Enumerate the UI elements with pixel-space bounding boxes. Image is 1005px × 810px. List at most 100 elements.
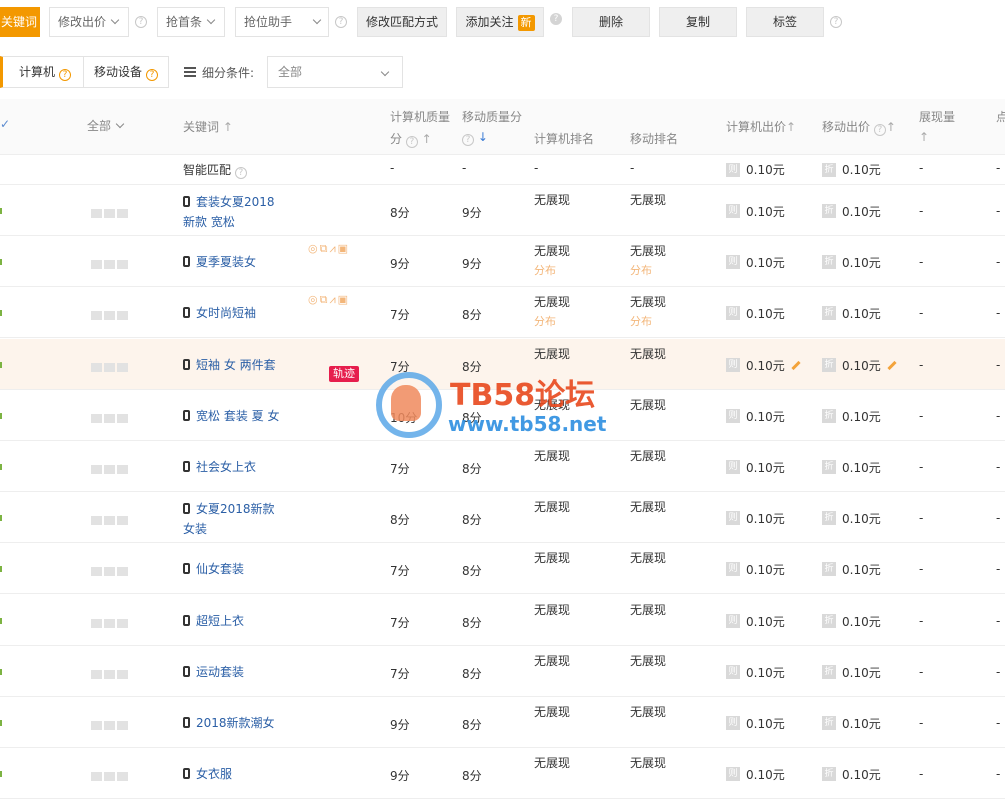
table-row[interactable]: 女时尚短袖 ◎⧉⩘▣ 7分 8分 无展现 分布 无展现 分布则 0.10元折 0.10元 - -	[0, 287, 1005, 338]
pc-bid[interactable]: 则 0.10元	[726, 510, 785, 527]
table-row[interactable]: 宽松 套装 夏 女 10分 8分 无展现 无展现则 0.10元折 0.10元 - -	[0, 390, 1005, 441]
pc-quality-header-unit[interactable]: 分 ? ↑	[390, 130, 432, 148]
keyword-cell[interactable]: 社会女上衣	[183, 457, 283, 477]
device-tab-mobile[interactable]: 移动设备?	[83, 56, 169, 88]
keyword-text[interactable]: 夏季夏装女	[196, 255, 256, 269]
mobile-bid[interactable]: 折 0.10元	[822, 254, 881, 271]
keyword-cell[interactable]: 套装女夏2018新款 宽松	[183, 192, 283, 232]
table-row[interactable]: 夏季夏装女 ◎⧉⩘▣ 9分 9分 无展现 分布 无展现 分布则 0.10元折 0.10元 - -	[0, 236, 1005, 287]
keyword-text[interactable]: 2018新款潮女	[196, 716, 275, 730]
checkbox-column[interactable]: ✓	[0, 117, 10, 131]
keyword-cell[interactable]: 2018新款潮女	[183, 713, 283, 733]
mobile-bid[interactable]: 折 0.10元	[822, 664, 881, 681]
impressions-header[interactable]: 展现量	[919, 108, 955, 125]
table-row[interactable]: 短袖 女 两件套 轨迹 7分 8分 无展现 无展现则 0.10元折 0.10元 - -	[0, 339, 1005, 390]
pc-bid[interactable]: 则 0.10元	[726, 357, 801, 374]
grab-first-dropdown[interactable]: 抢首条	[157, 7, 225, 37]
device-tab-computer[interactable]: 计算机?	[0, 56, 84, 88]
pc-bid[interactable]: 则 0.10元	[726, 459, 785, 476]
keyword-action-icons[interactable]: ◎⧉⩘▣	[308, 242, 350, 256]
keyword-text[interactable]: 短袖 女 两件套	[196, 358, 276, 372]
mobile-bid[interactable]: 折 0.10元	[822, 715, 881, 732]
table-row[interactable]: 套装女夏2018新款 宽松 8分 9分 无展现 无展现则 0.10元折 0.10元 - -	[0, 185, 1005, 236]
rank-assistant-dropdown[interactable]: 抢位助手	[235, 7, 329, 37]
mobile-bid[interactable]: 折 0.10元	[822, 459, 881, 476]
table-row[interactable]: 女夏2018新款女装 8分 8分 无展现 无展现则 0.10元折 0.10元 - -	[0, 492, 1005, 543]
trail-badge[interactable]: 轨迹	[329, 366, 359, 382]
mobile-bid[interactable]: 折 0.10元	[822, 357, 897, 374]
mobile-bid[interactable]: 折 0.10元	[822, 203, 881, 220]
delete-button[interactable]: 删除	[572, 7, 650, 37]
mobile-bid[interactable]: 折 0.10元	[822, 305, 881, 322]
copy-button[interactable]: 复制	[659, 7, 737, 37]
keyword-text[interactable]: 套装女夏2018新款 宽松	[183, 195, 275, 229]
pc-bid[interactable]: 则 0.10元	[726, 766, 785, 783]
status-filter[interactable]: 全部	[87, 117, 125, 134]
mobile-bid[interactable]: 折 0.10元	[822, 766, 881, 783]
mobile-bid[interactable]: 折 0.10元	[822, 510, 881, 527]
keyword-text[interactable]: 女衣服	[196, 767, 232, 781]
pc-bid[interactable]: 则 0.10元	[726, 715, 785, 732]
mobile-bid[interactable]: 折 0.10元	[822, 161, 881, 178]
help-icon[interactable]: ?	[135, 16, 147, 28]
pc-distribution-link[interactable]: 分布	[534, 313, 570, 329]
keyword-cell[interactable]: 夏季夏装女	[183, 252, 283, 272]
mobile-distribution-link[interactable]: 分布	[630, 313, 666, 329]
mobile-bid[interactable]: 折 0.10元	[822, 613, 881, 630]
keyword-text[interactable]: 超短上衣	[196, 614, 244, 628]
add-follow-button[interactable]: 添加关注新	[456, 7, 544, 37]
keyword-action-icons[interactable]: ◎⧉⩘▣	[308, 293, 350, 307]
help-icon[interactable]: ?	[830, 16, 842, 28]
keyword-cell[interactable]: 女衣服	[183, 764, 283, 784]
table-row[interactable]: 社会女上衣 7分 8分 无展现 无展现则 0.10元折 0.10元 - -	[0, 441, 1005, 492]
keyword-text[interactable]: 女夏2018新款女装	[183, 502, 275, 536]
help-icon[interactable]: ?	[59, 69, 72, 81]
mobile-quality-header[interactable]: 移动质量分	[462, 108, 522, 125]
tags-button[interactable]: 标签	[746, 7, 824, 37]
keyword-tab-button[interactable]: 关键词	[0, 7, 40, 37]
keyword-cell[interactable]: 女时尚短袖	[183, 303, 283, 323]
keyword-cell[interactable]: 宽松 套装 夏 女	[183, 406, 283, 426]
pc-distribution-link[interactable]: 分布	[534, 262, 570, 278]
keyword-cell[interactable]: 运动套装	[183, 662, 283, 682]
table-row[interactable]: 2018新款潮女 9分 8分 无展现 无展现则 0.10元折 0.10元 - -	[0, 697, 1005, 748]
pc-bid-header[interactable]: 计算机出价↑	[726, 118, 796, 135]
help-icon[interactable]: ?	[335, 16, 347, 28]
edit-pencil-icon[interactable]	[791, 360, 801, 370]
pc-bid[interactable]: 则 0.10元	[726, 305, 785, 322]
mobile-bid[interactable]: 折 0.10元	[822, 561, 881, 578]
pc-quality-header[interactable]: 计算机质量	[390, 108, 450, 125]
keyword-text[interactable]: 仙女套装	[196, 562, 244, 576]
table-row[interactable]: 女衣服 9分 8分 无展现 无展现则 0.10元折 0.10元 - -	[0, 748, 1005, 799]
sort-icon[interactable]: ↑	[919, 130, 929, 144]
help-icon[interactable]: ?	[550, 13, 562, 25]
pc-bid[interactable]: 则 0.10元	[726, 161, 785, 178]
keyword-text[interactable]: 社会女上衣	[196, 460, 256, 474]
keyword-text[interactable]: 宽松 套装 夏 女	[196, 409, 279, 423]
pc-bid[interactable]: 则 0.10元	[726, 561, 785, 578]
keyword-text[interactable]: 运动套装	[196, 665, 244, 679]
help-icon[interactable]: ?	[234, 167, 247, 179]
mobile-bid[interactable]: 折 0.10元	[822, 408, 881, 425]
table-row[interactable]: 仙女套装 7分 8分 无展现 无展现则 0.10元折 0.10元 - -	[0, 543, 1005, 594]
pc-bid[interactable]: 则 0.10元	[726, 408, 785, 425]
keyword-cell[interactable]: 女夏2018新款女装	[183, 499, 283, 539]
help-icon[interactable]: ?	[146, 69, 159, 81]
pc-bid[interactable]: 则 0.10元	[726, 613, 785, 630]
modify-match-button[interactable]: 修改匹配方式	[357, 7, 447, 37]
pc-bid[interactable]: 则 0.10元	[726, 254, 785, 271]
clicks-header[interactable]: 点	[996, 108, 1005, 125]
modify-bid-dropdown[interactable]: 修改出价	[49, 7, 129, 37]
table-row[interactable]: 运动套装 7分 8分 无展现 无展现则 0.10元折 0.10元 - -	[0, 646, 1005, 697]
keyword-cell[interactable]: 仙女套装	[183, 559, 283, 579]
edit-pencil-icon[interactable]	[887, 360, 897, 370]
mobile-quality-sort[interactable]: ? ↓	[462, 130, 488, 146]
pc-bid[interactable]: 则 0.10元	[726, 664, 785, 681]
mobile-distribution-link[interactable]: 分布	[630, 262, 666, 278]
pc-bid[interactable]: 则 0.10元	[726, 203, 785, 220]
keyword-text[interactable]: 女时尚短袖	[196, 306, 256, 320]
mobile-bid-header[interactable]: 移动出价 ? ↑	[822, 118, 896, 136]
table-row[interactable]: 超短上衣 7分 8分 无展现 无展现则 0.10元折 0.10元 - -	[0, 595, 1005, 646]
keyword-cell[interactable]: 短袖 女 两件套	[183, 355, 283, 375]
keyword-header[interactable]: 关键词 ↑	[183, 118, 233, 135]
